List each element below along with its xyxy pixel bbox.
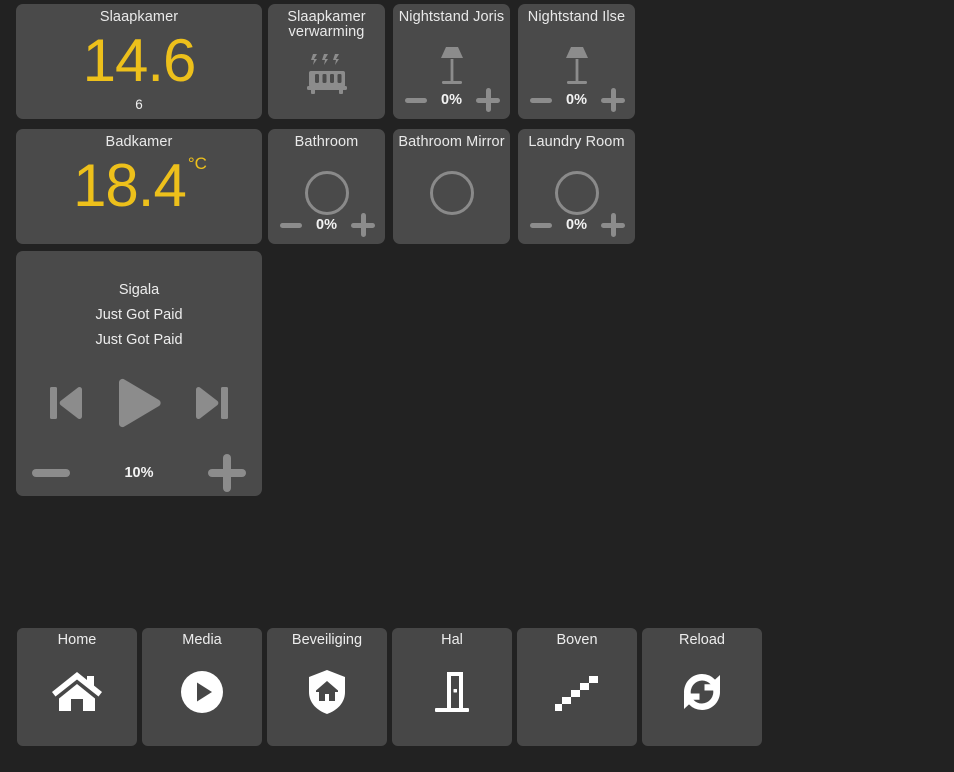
brightness-decrease-button[interactable]: [530, 222, 552, 228]
card-title: Slaapkamer: [99, 9, 179, 25]
nav-label: Media: [182, 632, 222, 648]
card-bathroom-light[interactable]: Bathroom 0%: [268, 129, 385, 244]
house-icon: [17, 664, 137, 720]
shield-house-icon: [267, 664, 387, 720]
card-bathroom-temperature[interactable]: Badkamer 18.4 °C: [16, 129, 262, 244]
brightness-increase-button[interactable]: [601, 88, 625, 112]
nav-label: Beveiliging: [291, 632, 363, 648]
dimmer-controls[interactable]: 0%: [276, 210, 377, 240]
skip-next-icon[interactable]: [194, 381, 230, 425]
skip-previous-icon[interactable]: [48, 381, 84, 425]
volume-decrease-button[interactable]: [32, 469, 70, 477]
media-track: Just Got Paid: [95, 332, 183, 348]
nav-item-home[interactable]: Home: [17, 628, 137, 746]
play-circle-icon: [142, 664, 262, 720]
media-artist: Sigala: [118, 282, 160, 298]
stairs-icon: [517, 664, 637, 720]
nav-item-hal[interactable]: Hal: [392, 628, 512, 746]
nav-item-reload[interactable]: Reload: [642, 628, 762, 746]
temperature-unit: °C: [187, 154, 207, 173]
play-icon[interactable]: [113, 375, 165, 431]
nav-label: Boven: [556, 632, 598, 648]
brightness-decrease-button[interactable]: [530, 97, 552, 103]
brightness-increase-button[interactable]: [351, 213, 375, 237]
card-title: Bathroom Mirror: [398, 134, 505, 150]
door-icon: [392, 664, 512, 720]
card-nightstand-joris[interactable]: Nightstand Joris 0%: [393, 4, 510, 119]
media-volume-controls[interactable]: 10%: [32, 454, 246, 492]
card-title: Badkamer: [105, 134, 173, 150]
brightness-decrease-button[interactable]: [280, 222, 302, 228]
refresh-icon: [642, 664, 762, 720]
card-laundry-room[interactable]: Laundry Room 0%: [518, 129, 635, 244]
temperature-number: 18.4: [73, 152, 187, 219]
temperature-value: 14.6: [82, 27, 197, 94]
dimmer-controls[interactable]: 0%: [526, 85, 627, 115]
media-album: Just Got Paid: [95, 307, 183, 323]
nav-label: Reload: [679, 632, 725, 648]
nav-item-beveiliging[interactable]: Beveiliging: [267, 628, 387, 746]
card-bathroom-mirror[interactable]: Bathroom Mirror: [393, 129, 510, 244]
light-circle-icon: [393, 169, 510, 217]
card-title: Slaapkamer verwarming: [268, 10, 385, 40]
media-transport-controls[interactable]: [16, 373, 262, 433]
volume-increase-button[interactable]: [208, 454, 246, 492]
dimmer-controls[interactable]: 0%: [401, 85, 502, 115]
card-bedroom-temperature[interactable]: Slaapkamer 14.6 6: [16, 4, 262, 119]
temperature-value: 18.4 °C: [16, 155, 262, 217]
card-nightstand-ilse[interactable]: Nightstand Ilse 0%: [518, 4, 635, 119]
card-title: Laundry Room: [528, 134, 625, 150]
dimmer-controls[interactable]: 0%: [526, 210, 627, 240]
card-title-line2: verwarming: [288, 24, 365, 40]
nav-item-media[interactable]: Media: [142, 628, 262, 746]
card-media-player[interactable]: Sigala Just Got Paid Just Got Paid 10%: [16, 251, 262, 496]
nav-label: Hal: [441, 632, 463, 648]
nav-item-boven[interactable]: Boven: [517, 628, 637, 746]
card-title: Bathroom: [294, 134, 359, 150]
brightness-decrease-button[interactable]: [405, 97, 427, 103]
radiator-icon: [268, 48, 385, 104]
card-title: Nightstand Ilse: [527, 9, 626, 25]
card-bedroom-heating[interactable]: Slaapkamer verwarming: [268, 4, 385, 119]
temperature-subtitle: 6: [135, 97, 143, 112]
nav-label: Home: [57, 632, 97, 648]
brightness-increase-button[interactable]: [601, 213, 625, 237]
card-title-line1: Slaapkamer: [287, 9, 366, 25]
brightness-increase-button[interactable]: [476, 88, 500, 112]
card-title: Nightstand Joris: [398, 9, 505, 25]
